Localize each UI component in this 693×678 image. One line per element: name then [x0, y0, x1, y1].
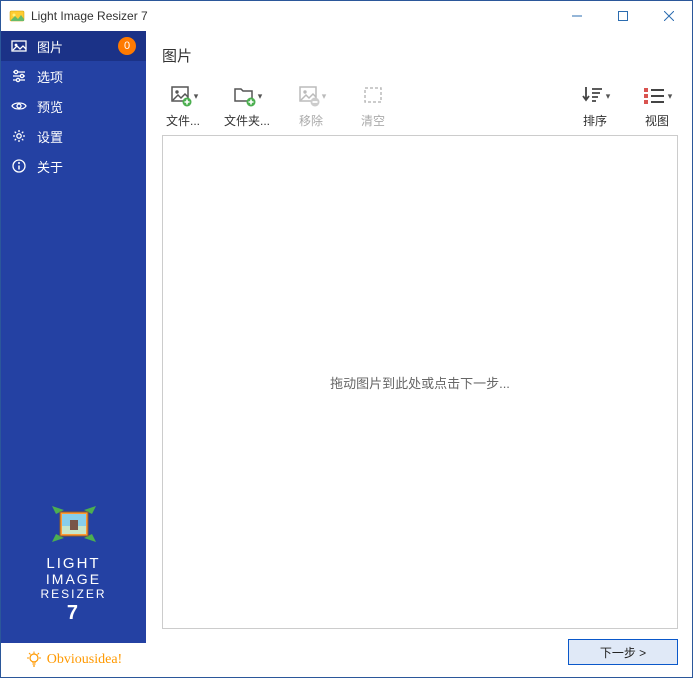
- tool-label: 排序: [583, 112, 607, 129]
- tool-label: 视图: [645, 112, 669, 129]
- eye-icon: [11, 98, 27, 114]
- lightbulb-icon: [25, 651, 43, 669]
- app-window: Light Image Resizer 7 图片 0: [0, 0, 693, 678]
- sidebar-item-settings[interactable]: 设置: [1, 121, 146, 151]
- sidebar-item-label: 设置: [37, 127, 136, 146]
- sort-icon: [580, 84, 604, 108]
- sidebar-item-options[interactable]: 选项: [1, 61, 146, 91]
- chevron-down-icon: ▾: [322, 91, 327, 102]
- add-folder-button[interactable]: ▾ 文件夹...: [224, 84, 270, 129]
- drop-placeholder-text: 拖动图片到此处或点击下一步...: [330, 373, 510, 392]
- titlebar: Light Image Resizer 7: [1, 1, 692, 31]
- sidebar: 图片 0 选项 预览 设置: [1, 31, 146, 677]
- brand-text: Obviousidea!: [47, 652, 122, 668]
- footer-row: 下一步 >: [162, 639, 678, 669]
- gear-icon: [11, 128, 27, 144]
- close-button[interactable]: [646, 1, 692, 31]
- view-button[interactable]: ▾ 视图: [636, 84, 678, 129]
- next-button[interactable]: 下一步 >: [568, 639, 678, 665]
- sort-button[interactable]: ▾ 排序: [574, 84, 616, 129]
- chevron-down-icon: ▾: [194, 91, 199, 102]
- sidebar-item-label: 预览: [37, 97, 136, 116]
- logo-line-4: 7: [40, 601, 106, 625]
- remove-button: ▾ 移除: [290, 84, 332, 129]
- maximize-button[interactable]: [600, 1, 646, 31]
- logo-line-3: RESIZER: [40, 588, 106, 601]
- sidebar-item-label: 选项: [37, 67, 136, 86]
- logo-image: [50, 500, 98, 548]
- clear-icon: [361, 84, 385, 108]
- tool-label: 清空: [361, 112, 385, 129]
- brand-obviousidea: Obviousidea!: [25, 651, 122, 669]
- sidebar-item-label: 图片: [37, 37, 108, 56]
- images-count-badge: 0: [118, 37, 136, 55]
- minimize-button[interactable]: [554, 1, 600, 31]
- folder-add-icon: [232, 84, 256, 108]
- file-remove-icon: [296, 84, 320, 108]
- sidebar-item-images[interactable]: 图片 0: [1, 31, 146, 61]
- chevron-down-icon: ▾: [668, 91, 673, 102]
- logo-line-2: IMAGE: [40, 572, 106, 587]
- tool-label: 移除: [299, 112, 323, 129]
- chevron-down-icon: ▾: [606, 91, 611, 102]
- images-icon: [11, 38, 27, 54]
- sidebar-spacer: [1, 181, 146, 490]
- clear-button: 清空: [352, 84, 394, 129]
- main-panel: 图片 ▾ 文件... ▾: [146, 31, 692, 677]
- file-add-icon: [168, 84, 192, 108]
- logo-line-1: LIGHT: [40, 556, 106, 573]
- drop-area[interactable]: 拖动图片到此处或点击下一步...: [162, 135, 678, 629]
- sliders-icon: [11, 68, 27, 84]
- tool-label: 文件...: [166, 112, 200, 129]
- app-icon: [9, 8, 25, 24]
- tool-label: 文件夹...: [224, 112, 270, 129]
- sidebar-footer[interactable]: Obviousidea!: [1, 643, 146, 677]
- page-title: 图片: [162, 45, 678, 66]
- chevron-down-icon: ▾: [258, 91, 263, 102]
- logo-text: LIGHT IMAGE RESIZER 7: [40, 556, 106, 625]
- sidebar-logo: LIGHT IMAGE RESIZER 7: [1, 490, 146, 643]
- window-controls: [554, 1, 692, 31]
- sidebar-item-label: 关于: [37, 157, 136, 176]
- view-icon: [642, 84, 666, 108]
- sidebar-item-about[interactable]: 关于: [1, 151, 146, 181]
- sidebar-item-preview[interactable]: 预览: [1, 91, 146, 121]
- add-files-button[interactable]: ▾ 文件...: [162, 84, 204, 129]
- window-body: 图片 0 选项 预览 设置: [1, 31, 692, 677]
- toolbar: ▾ 文件... ▾ 文件夹...: [162, 84, 678, 129]
- info-icon: [11, 158, 27, 174]
- window-title: Light Image Resizer 7: [31, 9, 554, 23]
